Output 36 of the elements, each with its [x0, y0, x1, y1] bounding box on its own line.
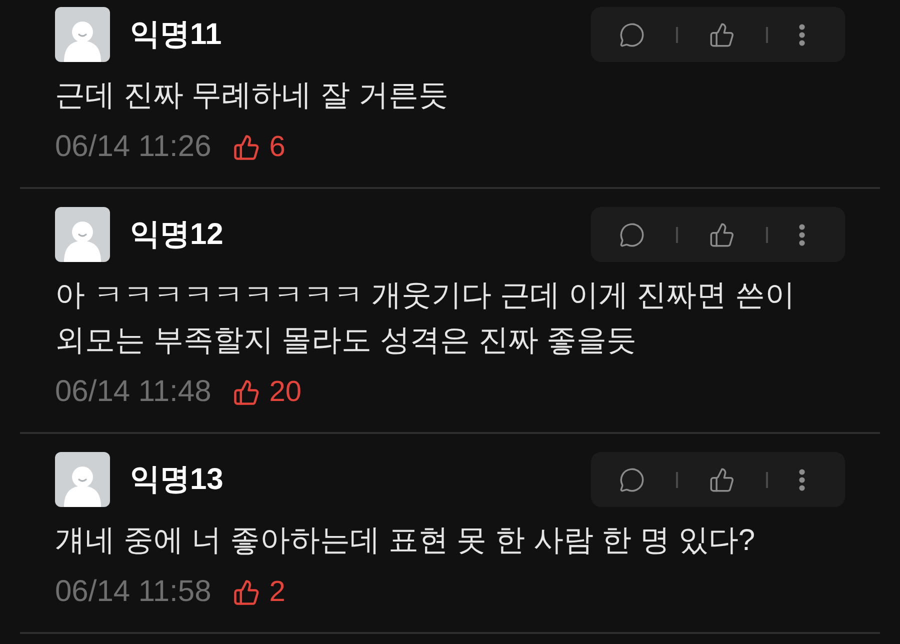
- comment-time: 06/14 11:58: [55, 574, 212, 610]
- thumbs-up-icon: [709, 466, 735, 492]
- speech-bubble-icon: [619, 222, 645, 248]
- comment-time: 06/14 11:48: [55, 374, 212, 410]
- more-button[interactable]: [799, 468, 805, 490]
- author-name: 익명13: [130, 462, 224, 498]
- thumbs-up-icon: [709, 22, 735, 48]
- like-count: 6: [269, 130, 286, 165]
- more-icon: [799, 468, 805, 490]
- author-name: 익명11: [130, 16, 222, 52]
- speech-bubble-icon: [619, 22, 645, 48]
- comment-text: 아 ㅋㅋㅋㅋㅋㅋㅋㅋㅋ 개웃기다 근데 이게 진짜면 쓴이 외모는 부족할지 몰라도 성격은 진짜 좋을듯: [55, 278, 796, 359]
- thumbs-up-icon: [233, 134, 260, 160]
- comment-button[interactable]: [619, 222, 645, 248]
- speech-bubble-icon: [619, 466, 645, 492]
- author-name: 익명12: [130, 216, 224, 252]
- like-count: 2: [269, 575, 286, 610]
- user-avatar-icon: [55, 7, 110, 62]
- comment-button[interactable]: [619, 466, 645, 492]
- like-button[interactable]: [709, 466, 735, 492]
- thumbs-up-icon: [233, 578, 260, 606]
- thumbs-up-icon: [709, 222, 735, 248]
- more-button[interactable]: [799, 224, 805, 246]
- comment-text: 근데 진짜 무례하네 잘 거른듯: [55, 78, 450, 114]
- thumbs-up-icon: [233, 378, 260, 406]
- comment-button[interactable]: [619, 22, 645, 48]
- comment-text: 걔네 중에 너 좋아하는데 표현 못 한 사람 한 명 있다?: [55, 523, 756, 559]
- like-button[interactable]: [709, 222, 735, 248]
- more-icon: [799, 24, 805, 46]
- more-button[interactable]: [799, 24, 805, 46]
- like-button[interactable]: [709, 22, 735, 48]
- user-avatar-icon: [55, 207, 110, 262]
- user-avatar-icon: [55, 452, 110, 507]
- more-icon: [799, 224, 805, 246]
- like-count: 20: [269, 375, 302, 410]
- comment-time: 06/14 11:26: [55, 129, 212, 165]
